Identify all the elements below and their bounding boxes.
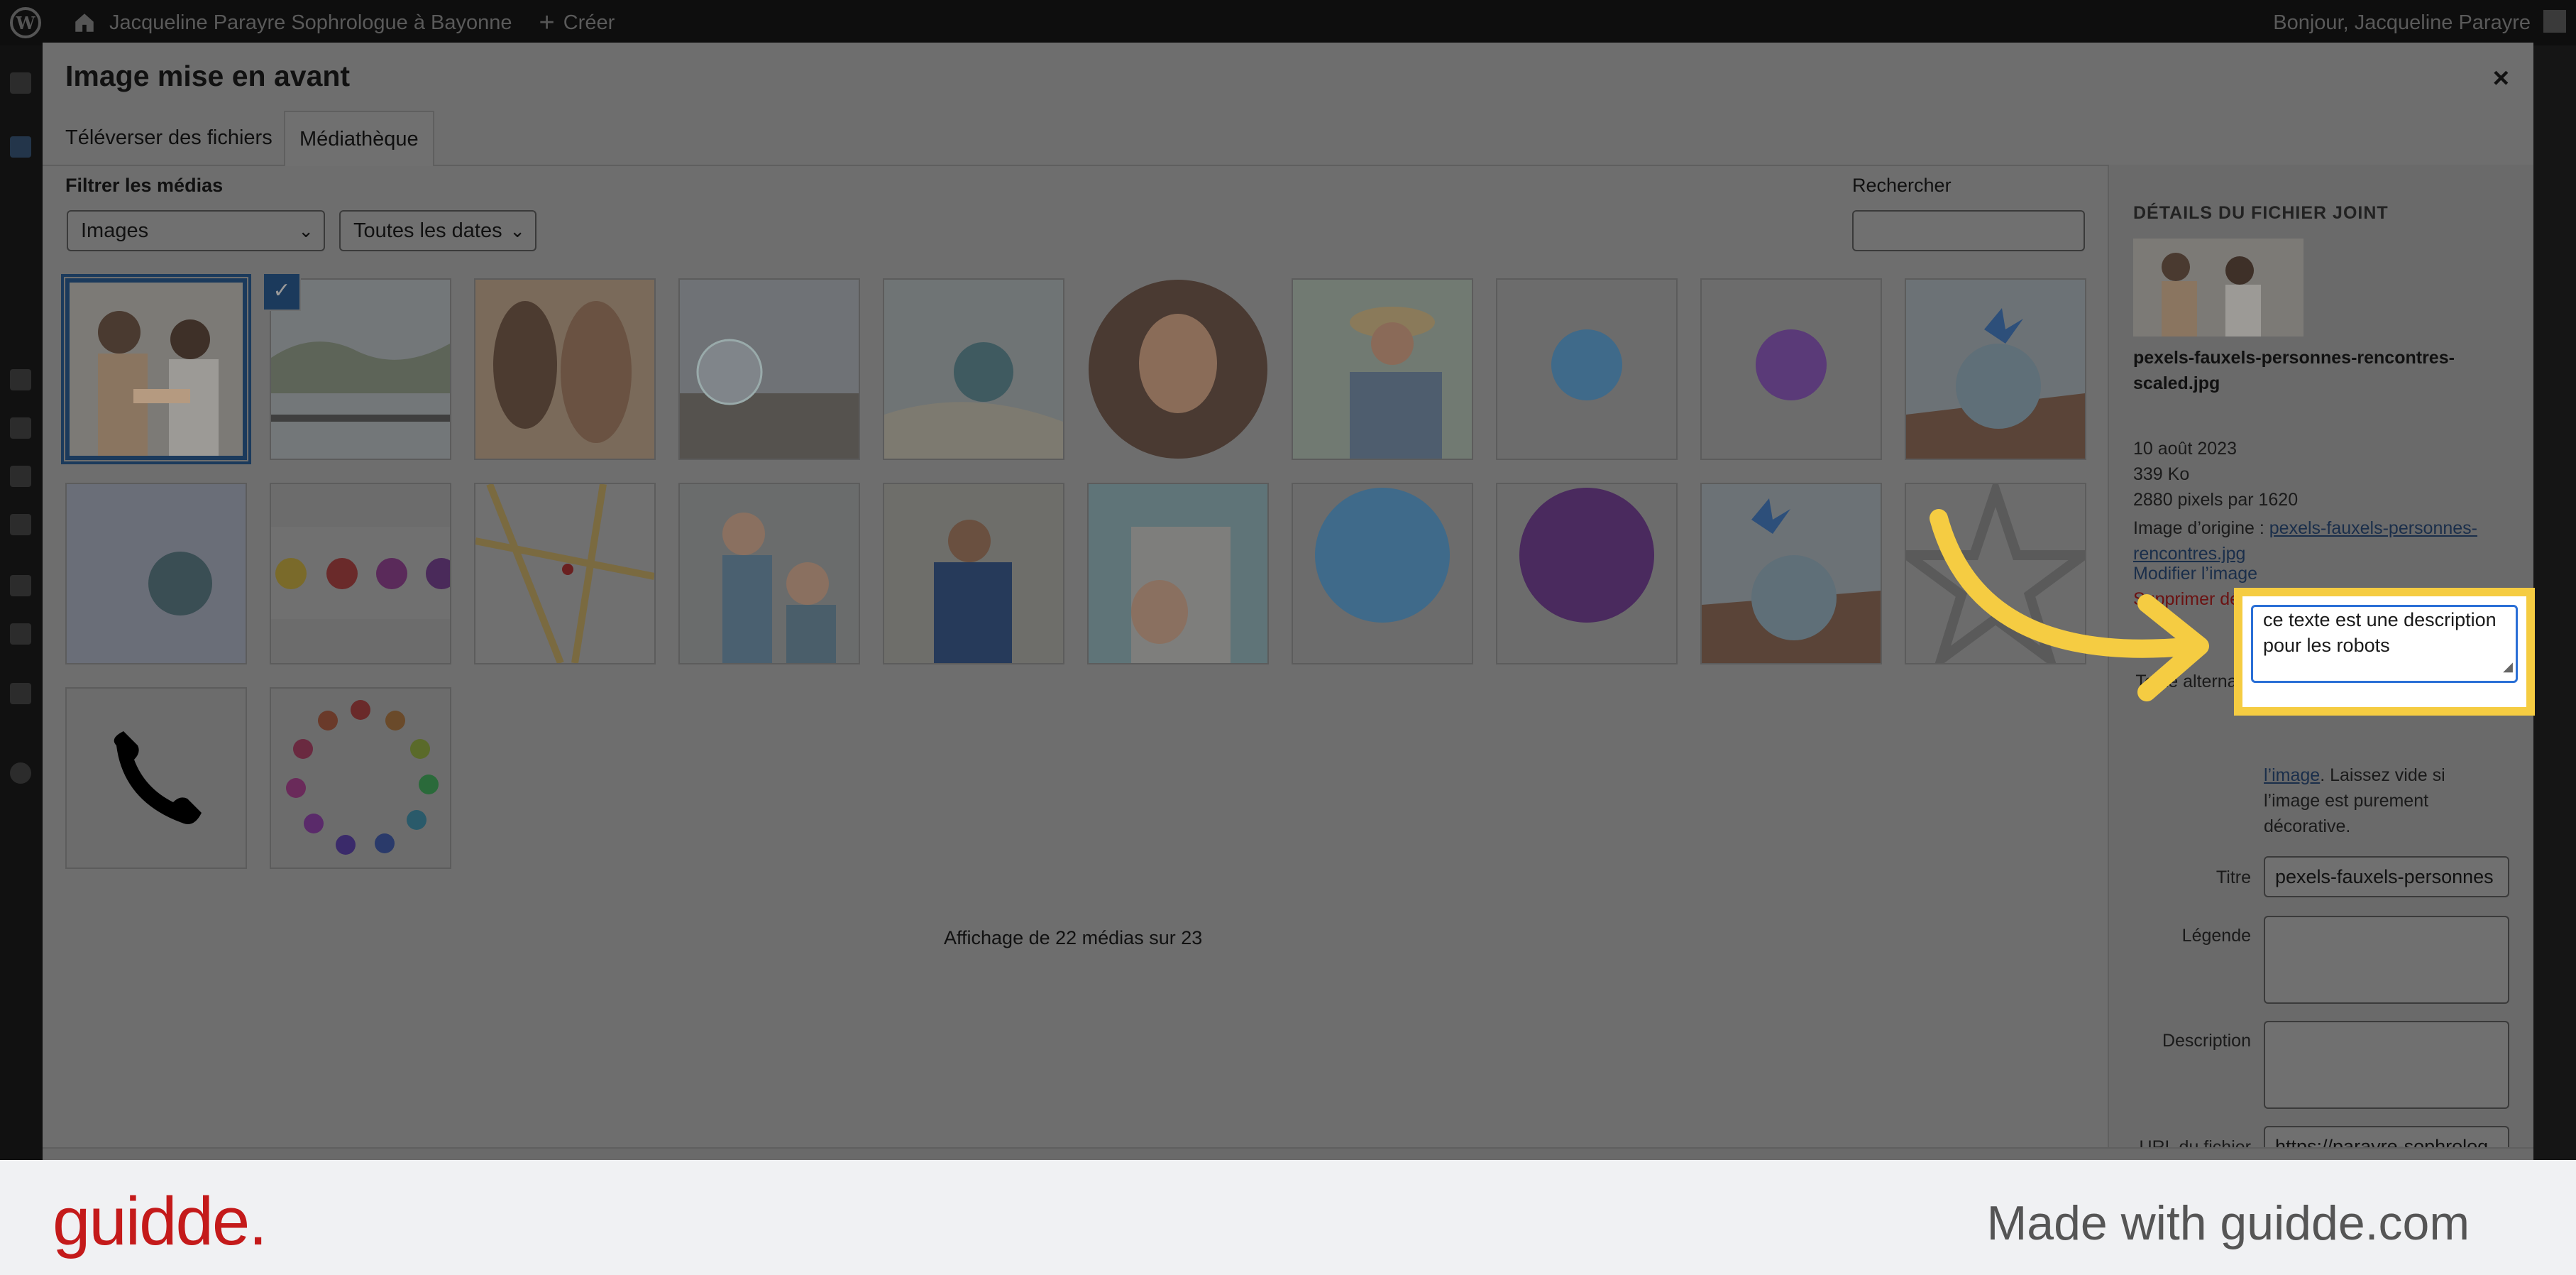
posts-icon[interactable]	[10, 136, 31, 158]
media-item[interactable]	[1700, 483, 1882, 664]
phone-icon	[67, 689, 246, 868]
details-filename: pexels-fauxels-personnes-rencontres-scal…	[2133, 348, 2455, 393]
modal-footer	[43, 1147, 2533, 1161]
tools-icon[interactable]	[10, 623, 31, 645]
media-type-value: Images	[81, 219, 149, 242]
users-icon[interactable]	[10, 575, 31, 596]
big-blue-bubble-thumbnail	[1293, 484, 1472, 663]
page-background	[2533, 45, 2576, 1160]
pregnant-woman-thumbnail	[1089, 484, 1267, 663]
create-link[interactable]: Créer	[563, 11, 615, 35]
portrait-round-thumbnail	[1089, 280, 1267, 459]
details-date: 10 août 2023	[2133, 439, 2237, 459]
people-meeting-thumbnail	[70, 283, 243, 456]
description-field[interactable]	[2264, 1021, 2509, 1109]
color-circle-thumbnail	[271, 689, 450, 868]
date-filter-select[interactable]: Toutes les dates ⌄	[339, 210, 536, 251]
butterfly-globe-thumbnail	[1906, 280, 2085, 459]
media-type-select[interactable]: Images ⌄	[67, 210, 325, 251]
media-item[interactable]	[1496, 278, 1678, 460]
date-filter-value: Toutes les dates	[353, 219, 502, 242]
guidde-banner: guidde. Made with guidde.com	[0, 1160, 2576, 1275]
butterfly-globe-2-thumbnail	[1702, 484, 1881, 663]
plus-icon: +	[539, 7, 555, 38]
guidde-logo: guidde.	[53, 1183, 268, 1259]
details-size: 339 Ko	[2133, 464, 2190, 484]
wordpress-logo-icon[interactable]: W	[10, 7, 41, 38]
chevron-down-icon: ⌄	[510, 220, 525, 241]
caption-label: Légende	[2181, 926, 2251, 946]
media-item[interactable]	[678, 278, 860, 460]
home-icon	[75, 13, 94, 32]
purple-bubble-thumbnail	[1702, 280, 1881, 459]
selected-check-icon[interactable]: ✓	[263, 273, 301, 311]
crystal-ball-blue-thumbnail	[67, 484, 246, 663]
search-input[interactable]	[1852, 210, 2085, 251]
alt-text-help: l’image. Laissez vide si l’image est pur…	[2264, 762, 2505, 839]
made-with-text: Made with guidde.com	[1986, 1196, 2470, 1250]
collapse-icon[interactable]	[10, 762, 31, 784]
media-item[interactable]	[1292, 483, 1473, 664]
media-item[interactable]	[270, 483, 451, 664]
media-icon[interactable]	[10, 369, 31, 390]
media-item[interactable]	[65, 687, 247, 869]
admin-bar: W Jacqueline Parayre Sophrologue à Bayon…	[0, 0, 2576, 45]
details-heading: DÉTAILS DU FICHIER JOINT	[2133, 203, 2389, 223]
media-item[interactable]	[1496, 483, 1678, 664]
woman-hat-thumbnail	[1293, 280, 1472, 459]
tab-media-library[interactable]: Médiathèque	[284, 111, 434, 166]
media-item[interactable]	[1087, 278, 1269, 460]
alt-text-input[interactable]: ce texte est une description pour les ro…	[2251, 605, 2518, 683]
alt-text-value: ce texte est une description pour les ro…	[2263, 609, 2497, 656]
media-item[interactable]	[270, 687, 451, 869]
media-item[interactable]	[65, 278, 247, 460]
media-item[interactable]	[1905, 278, 2086, 460]
title-field[interactable]: pexels-fauxels-personnes	[2264, 856, 2509, 897]
star-icon[interactable]	[10, 466, 31, 487]
women-profile-thumbnail	[475, 280, 654, 459]
modal-tabs: Téléverser des fichiers Médiathèque	[43, 111, 2533, 166]
media-item[interactable]	[474, 278, 656, 460]
pin-icon[interactable]	[10, 514, 31, 535]
media-item[interactable]	[65, 483, 247, 664]
media-item[interactable]	[678, 483, 860, 664]
dashboard-icon[interactable]	[10, 72, 31, 94]
close-icon[interactable]: ×	[2493, 62, 2509, 94]
man-relaxing-thumbnail	[884, 484, 1063, 663]
media-item[interactable]	[883, 278, 1064, 460]
city-map-thumbnail	[475, 484, 654, 663]
curved-arrow-icon	[1930, 509, 2209, 701]
alt-help-link[interactable]: l’image	[2264, 765, 2320, 785]
crystal-ball-feather-thumbnail	[884, 280, 1063, 459]
media-item[interactable]	[1087, 483, 1269, 664]
filter-label: Filtrer les médias	[65, 175, 224, 196]
settings-icon[interactable]	[10, 683, 31, 704]
media-count: Affichage de 22 médias sur 23	[944, 927, 1203, 948]
color-spheres-thumbnail	[271, 484, 450, 663]
caption-field[interactable]	[2264, 916, 2509, 1004]
resize-handle-icon[interactable]: ◢	[2503, 654, 2513, 679]
media-item[interactable]	[1700, 278, 1882, 460]
crystal-ball-beach-thumbnail	[680, 280, 859, 459]
tab-upload-files[interactable]: Téléverser des fichiers	[51, 111, 287, 165]
user-greeting[interactable]: Bonjour, Jacqueline Parayre	[2273, 11, 2531, 35]
site-name-link[interactable]: Jacqueline Parayre Sophrologue à Bayonne	[109, 11, 512, 35]
avatar[interactable]	[2543, 10, 2566, 33]
elderly-exercise-thumbnail	[680, 484, 859, 663]
blue-bubble-thumbnail	[1497, 280, 1676, 459]
admin-sidebar	[0, 45, 43, 1160]
chevron-down-icon: ⌄	[298, 220, 314, 241]
details-thumbnail	[2133, 239, 2303, 336]
description-label: Description	[2162, 1031, 2251, 1051]
alt-text-highlight: ce texte est une description pour les ro…	[2234, 588, 2535, 716]
big-purple-bubble-thumbnail	[1497, 484, 1676, 663]
media-item[interactable]	[474, 483, 656, 664]
media-item[interactable]	[1292, 278, 1473, 460]
pages-icon[interactable]	[10, 417, 31, 439]
modal-title: Image mise en avant	[65, 60, 351, 92]
title-label: Titre	[2216, 868, 2251, 887]
search-label: Rechercher	[1852, 175, 1952, 196]
media-item[interactable]	[883, 483, 1064, 664]
